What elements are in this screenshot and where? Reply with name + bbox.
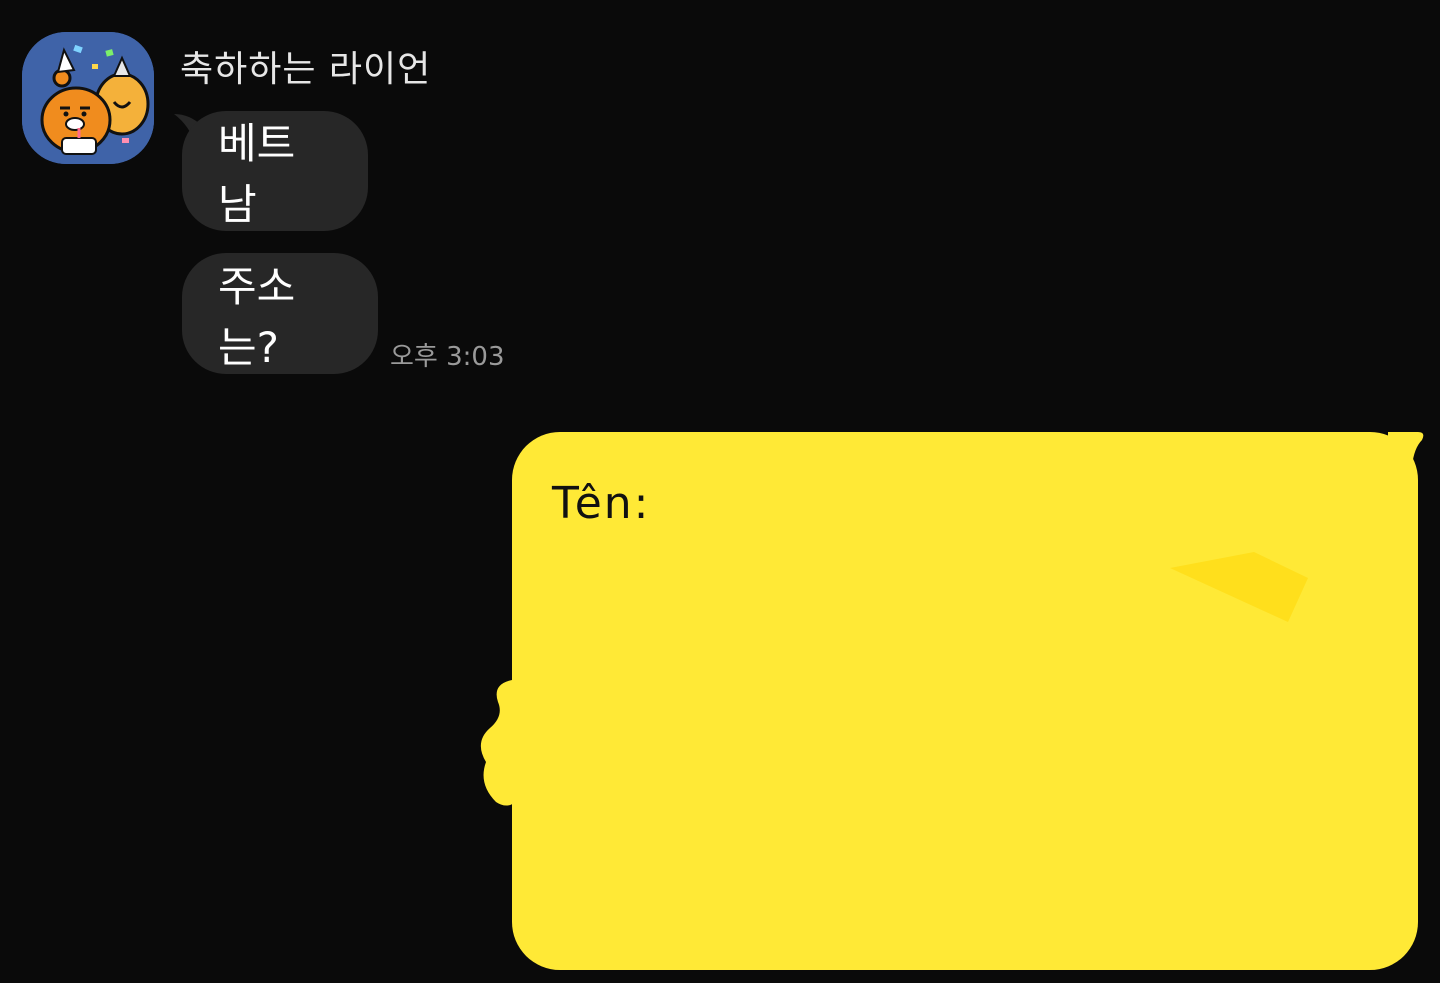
- incoming-message-bubble[interactable]: 주소는?: [182, 253, 378, 374]
- incoming-message-bubble[interactable]: 베트남: [182, 111, 368, 231]
- chat-screen: 축하하는 라이언 베트남 주소는? 오후 3:03 Tên:: [0, 0, 1440, 983]
- outgoing-bubble-smudge: [1170, 552, 1308, 622]
- outgoing-bubble-tail: [1388, 432, 1424, 472]
- sender-avatar[interactable]: [22, 32, 154, 164]
- outgoing-message-text: Tên:: [552, 478, 651, 529]
- ryan-celebrating-avatar-icon: [22, 32, 154, 164]
- outgoing-bubble-redaction-blob: [480, 680, 538, 806]
- message-text: 베트남: [218, 119, 296, 229]
- message-timestamp: 오후 3:03: [390, 342, 505, 372]
- sender-name: 축하하는 라이언: [180, 49, 432, 90]
- message-text: 주소는?: [218, 261, 296, 372]
